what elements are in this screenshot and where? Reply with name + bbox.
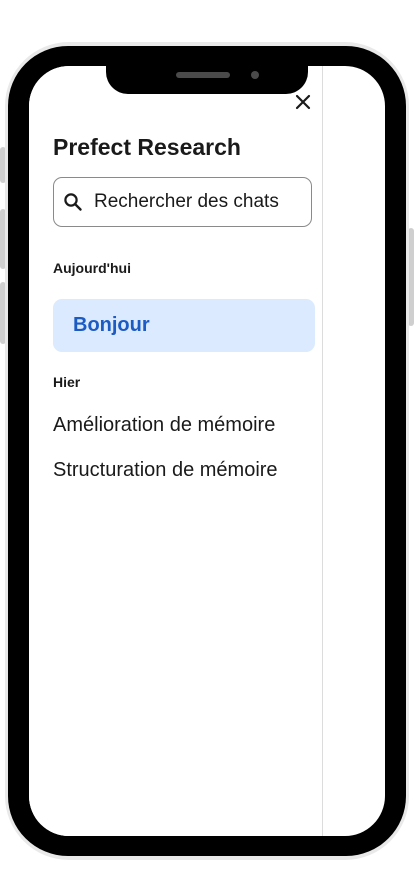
search-icon [62,191,84,213]
close-icon [295,94,311,115]
phone-notch [106,46,308,94]
drawer-title: Prefect Research [53,134,241,160]
chat-drawer: Prefect Research Aujourd'hui Bonjour Hie… [29,66,323,836]
section-label-today: Aujourd'hui [53,260,131,276]
chat-item-bonjour[interactable]: Bonjour [53,299,315,352]
speaker-grille [176,72,230,78]
section-label-yesterday: Hier [53,374,81,390]
search-input[interactable] [94,191,304,213]
search-box[interactable] [53,177,312,227]
front-camera [251,71,259,79]
stage: Prefect Research Aujourd'hui Bonjour Hie… [0,0,414,896]
close-button[interactable] [291,92,315,116]
chat-item-amelioration-memoire[interactable]: Amélioration de mémoire [53,414,275,437]
chat-item-label: Bonjour [73,314,150,336]
chat-item-structuration-memoire[interactable]: Structuration de mémoire [53,459,278,482]
phone-screen: Prefect Research Aujourd'hui Bonjour Hie… [29,66,385,836]
